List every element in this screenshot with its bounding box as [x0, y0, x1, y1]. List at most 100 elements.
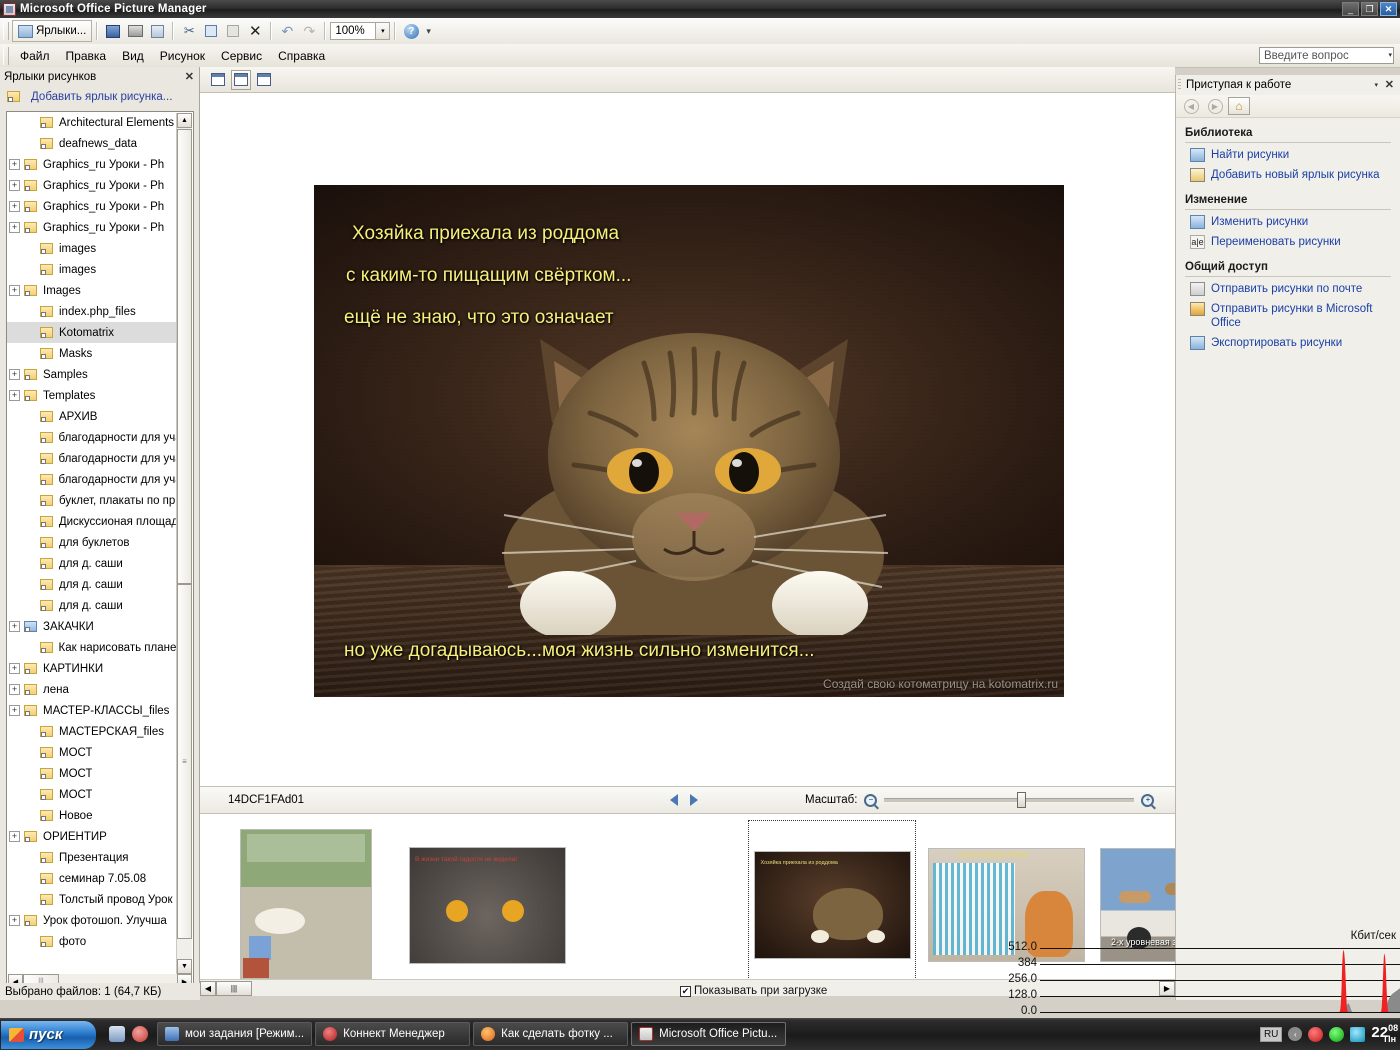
delete-button[interactable]: ✕ [244, 20, 266, 42]
tree-scroll-down-button[interactable]: ▼ [177, 959, 192, 974]
send-mail-link[interactable]: Отправить рисунки по почте [1176, 279, 1400, 299]
taskbar-button-3[interactable]: Как сделать фотку ... [473, 1022, 629, 1046]
tree-item[interactable]: + лена [7, 679, 176, 700]
taskbar-button-4[interactable]: Microsoft Office Pictu... [631, 1022, 787, 1046]
rename-pictures-link[interactable]: a|e Переименовать рисунки [1176, 232, 1400, 252]
filmstrip-scroll-left-button[interactable]: ◀ [200, 980, 216, 996]
tree-expand-icon[interactable]: + [9, 285, 20, 296]
send-office-link[interactable]: Отправить рисунки в Microsoft Office [1176, 299, 1400, 333]
tree-scroll-thumb[interactable]: ≡ [177, 584, 192, 939]
zoom-slider-thumb[interactable] [1017, 792, 1027, 808]
thumbnail-2[interactable]: В жизни такой гадости не видела! [410, 847, 565, 963]
tree-item[interactable]: Masks [7, 343, 176, 364]
tree-item[interactable]: для д. саши [7, 574, 176, 595]
taskbar-button-1[interactable]: мои задания [Режим... [157, 1022, 313, 1046]
tree-expand-icon[interactable]: + [9, 705, 20, 716]
tree-item[interactable]: АРХИВ [7, 406, 176, 427]
ask-question-input[interactable]: Введите вопрос [1259, 47, 1394, 64]
tree-item[interactable]: МОСТ [7, 784, 176, 805]
close-button[interactable]: ✕ [1380, 2, 1397, 16]
tree-item[interactable]: + Graphics_ru Уроки - Ph [7, 196, 176, 217]
tree-expand-icon[interactable]: + [9, 180, 20, 191]
tree-scroll-up-button[interactable]: ▲ [177, 113, 192, 128]
thumbnail-1[interactable] [240, 830, 371, 980]
task-pane-close-icon[interactable]: ✕ [1385, 78, 1394, 91]
connect-icon[interactable] [1329, 1026, 1345, 1042]
zoom-dropdown-arrow[interactable]: ▾ [376, 22, 391, 40]
menu-help[interactable]: Справка [270, 47, 333, 65]
task-pane-home-button[interactable]: ⌂ [1228, 97, 1250, 115]
tree-item[interactable]: благодарности для уча [7, 469, 176, 490]
help-button[interactable]: ? [400, 20, 422, 42]
tree-expand-icon[interactable]: + [9, 915, 20, 926]
tree-expand-icon[interactable]: + [9, 369, 20, 380]
quicklaunch-icon-1[interactable] [109, 1026, 125, 1042]
tree-expand-icon[interactable]: + [9, 663, 20, 674]
tree-item[interactable]: семинар 7.05.08 [7, 868, 176, 889]
single-picture-view-button[interactable] [254, 70, 274, 90]
task-pane-forward-button[interactable]: ▶ [1204, 97, 1226, 115]
task-pane-dropdown-icon[interactable]: ▾ [1374, 81, 1378, 89]
thumbnail-3[interactable]: Хозяйка приехала из роддома [754, 852, 910, 958]
tree-expand-icon[interactable]: + [9, 684, 20, 695]
tree-item[interactable]: + Graphics_ru Уроки - Ph [7, 154, 176, 175]
add-picture-shortcut-link[interactable]: Добавить ярлык рисунка... [0, 87, 199, 107]
tree-item[interactable]: Дискуссионая площад [7, 511, 176, 532]
tree-item[interactable]: фото [7, 931, 176, 952]
tree-item[interactable]: Новое [7, 805, 176, 826]
shortcuts-pane-close-icon[interactable]: ✕ [185, 70, 194, 83]
attach-button[interactable] [146, 20, 168, 42]
tree-item[interactable]: благодарности для уча [7, 427, 176, 448]
tree-item[interactable]: Architectural Elements [7, 112, 176, 133]
tree-item[interactable]: + ОРИЕНТИР [7, 826, 176, 847]
tree-item[interactable]: МОСТ [7, 742, 176, 763]
show-on-download-checkbox[interactable]: ✔ [680, 985, 691, 997]
tree-item[interactable]: + Graphics_ru Уроки - Ph [7, 175, 176, 196]
find-pictures-link[interactable]: Найти рисунки [1176, 145, 1400, 165]
tree-item[interactable]: + Samples [7, 364, 176, 385]
zoom-in-icon[interactable]: + [1141, 793, 1155, 807]
menu-tools[interactable]: Сервис [213, 47, 270, 65]
tree-item[interactable]: + МАСТЕР-КЛАССЫ_files [7, 700, 176, 721]
tree-expand-icon[interactable]: + [9, 222, 20, 233]
tree-item[interactable]: deafnews_data [7, 133, 176, 154]
undo-button[interactable]: ↶ [276, 20, 298, 42]
start-button[interactable]: пуск [1, 1020, 96, 1049]
tree-item[interactable]: для буклетов [7, 532, 176, 553]
menu-picture[interactable]: Рисунок [152, 47, 213, 65]
menu-file[interactable]: Файл [12, 47, 58, 65]
menu-view[interactable]: Вид [114, 47, 152, 65]
cut-button[interactable]: ✂ [178, 20, 200, 42]
language-indicator[interactable]: RU [1259, 1026, 1283, 1042]
previous-picture-button[interactable] [670, 794, 678, 806]
zoom-out-icon[interactable]: − [864, 793, 878, 807]
zoom-value[interactable]: 100% [330, 22, 377, 40]
tree-item[interactable]: для д. саши [7, 553, 176, 574]
tree-item[interactable]: + КАРТИНКИ [7, 658, 176, 679]
maximize-button[interactable]: ❐ [1361, 2, 1378, 16]
tree-item[interactable]: + Урок фотошоп. Улучша [7, 910, 176, 931]
tree-item[interactable]: images [7, 238, 176, 259]
displayed-picture[interactable]: Хозяйка приехала из роддома с каким-то п… [314, 185, 1064, 697]
tree-item[interactable]: Как нарисовать планет [7, 637, 176, 658]
menubar-grip[interactable] [3, 46, 9, 65]
save-button[interactable] [102, 20, 124, 42]
tree-item[interactable]: Kotomatrix [7, 322, 176, 343]
shortcuts-button[interactable]: Ярлыки... [12, 20, 93, 42]
ask-dropdown-arrow[interactable]: ▾ [1388, 51, 1392, 59]
filmstrip-item-3[interactable]: Хозяйка приехала из роддома [748, 820, 916, 990]
tree-vertical-scrollbar[interactable]: ▲ ≡ ▼ [176, 113, 192, 974]
zoom-slider[interactable] [884, 792, 1135, 808]
app-icon[interactable] [3, 2, 16, 16]
filmstrip-item-2[interactable]: В жизни такой гадости не видела! [400, 820, 575, 990]
shortcuts-tree[interactable]: Architectural Elements deafnews_data + Grap… [6, 111, 194, 991]
add-shortcut-link[interactable]: Добавить новый ярлык рисунка [1176, 165, 1400, 185]
tree-item[interactable]: + ЗАКАЧКИ [7, 616, 176, 637]
task-pane-grip[interactable] [1178, 79, 1181, 91]
tree-item[interactable]: буклет, плакаты по пр [7, 490, 176, 511]
quicklaunch-icon-2[interactable] [132, 1026, 148, 1042]
tree-item[interactable]: благодарности для уча [7, 448, 176, 469]
redo-button[interactable]: ↷ [298, 20, 320, 42]
taskbar-button-2[interactable]: Коннект Менеджер [315, 1022, 471, 1046]
tree-expand-icon[interactable]: + [9, 159, 20, 170]
